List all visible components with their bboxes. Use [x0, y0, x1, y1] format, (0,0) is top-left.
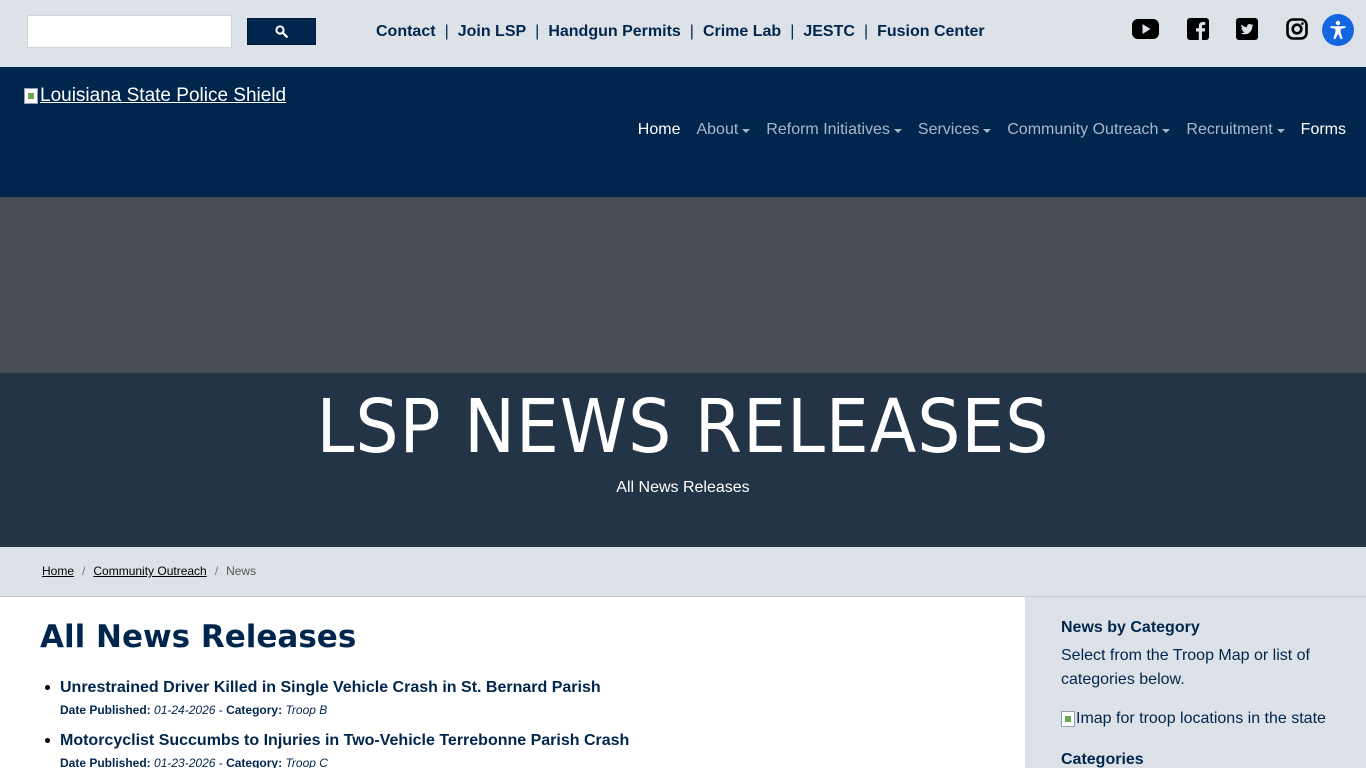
date-value: 01-23-2026 — [154, 756, 216, 768]
twitter-link[interactable] — [1235, 16, 1258, 42]
categories-heading: Categories — [1061, 751, 1144, 768]
broken-image-icon — [1061, 711, 1075, 727]
hero-subtitle: All News Releases — [616, 479, 750, 496]
nav-item-reform-initiatives[interactable]: Reform Initiatives — [766, 121, 902, 139]
nav-item-forms[interactable]: Forms — [1301, 121, 1346, 139]
accessibility-button[interactable] — [1322, 14, 1354, 46]
link-separator: | — [689, 23, 694, 40]
map-alt-text: Imap for troop locations in the state — [1076, 710, 1326, 727]
nav-label: About — [696, 121, 739, 138]
link-separator: | — [535, 23, 540, 40]
facebook-icon — [1186, 18, 1209, 40]
breadcrumb-current: News — [226, 564, 257, 578]
caret-down-icon — [893, 129, 902, 133]
instagram-link[interactable] — [1285, 16, 1308, 42]
date-value: 01-24-2026 — [154, 703, 216, 717]
nav-item-services[interactable]: Services — [917, 121, 992, 139]
category-value: Troop C — [285, 756, 328, 768]
breadcrumb: Home / Community Outreach / News — [0, 547, 1366, 597]
logo-alt-text: Louisiana State Police Shield — [40, 85, 287, 106]
jestc-link[interactable]: JESTC — [803, 23, 855, 41]
breadcrumb-community-outreach[interactable]: Community Outreach — [93, 564, 206, 578]
nav-label: Reform Initiatives — [766, 121, 890, 138]
main-content: All News Releases Unrestrained Driver Ki… — [0, 597, 1025, 768]
nav-item-recruitment[interactable]: Recruitment — [1186, 121, 1285, 139]
sidebar: News by Category Select from the Troop M… — [1025, 597, 1366, 768]
category-label: Category: — [226, 756, 283, 768]
twitter-icon — [1235, 18, 1258, 40]
nav-label: Community Outreach — [1007, 121, 1159, 138]
handgun-permits-link[interactable]: Handgun Permits — [548, 23, 680, 41]
nav-label: Forms — [1300, 121, 1346, 138]
nav-label: Services — [917, 121, 980, 138]
news-meta: Date Published: 01-23-2026 - Category: T… — [60, 756, 328, 768]
nav-label: Recruitment — [1186, 121, 1273, 138]
hero-title: LSP NEWS RELEASES — [316, 384, 1050, 470]
news-title-link[interactable]: Motorcyclist Succumbs to Injuries in Two… — [60, 730, 629, 752]
caret-down-icon — [983, 129, 992, 133]
link-separator: | — [863, 23, 869, 40]
nav-menu: Home About Reform Initiatives Services C… — [622, 121, 1346, 139]
list-item: Unrestrained Driver Killed in Single Veh… — [40, 677, 629, 721]
nav-item-about[interactable]: About — [696, 121, 751, 139]
news-list: Unrestrained Driver Killed in Single Veh… — [40, 677, 629, 768]
join-lsp-link[interactable]: Join LSP — [458, 23, 526, 41]
caret-down-icon — [742, 129, 751, 133]
news-meta: Date Published: 01-24-2026 - Category: T… — [60, 703, 328, 717]
fusion-center-link[interactable]: Fusion Center — [877, 23, 985, 41]
youtube-link[interactable] — [1131, 16, 1159, 42]
caret-down-icon — [1162, 129, 1171, 133]
contact-link[interactable]: Contact — [376, 23, 436, 41]
search-input[interactable] — [27, 15, 232, 48]
category-value: Troop B — [285, 703, 328, 717]
breadcrumb-home[interactable]: Home — [42, 564, 74, 578]
accessibility-icon — [1330, 20, 1346, 40]
utility-links: Contact | Join LSP | Handgun Permits | C… — [376, 22, 985, 42]
search-button[interactable] — [247, 18, 316, 45]
category-label: Category: — [226, 703, 283, 717]
breadcrumb-separator: / — [214, 564, 219, 578]
nav-item-community-outreach[interactable]: Community Outreach — [1007, 121, 1171, 139]
troop-map-image[interactable]: Imap for troop locations in the state — [1061, 710, 1326, 728]
top-utility-bar: Contact | Join LSP | Handgun Permits | C… — [0, 0, 1366, 67]
nav-label: Home — [637, 121, 681, 138]
youtube-icon — [1131, 19, 1159, 39]
link-separator: | — [790, 23, 795, 40]
breadcrumb-separator: / — [82, 564, 86, 578]
broken-image-icon — [24, 88, 38, 104]
sidebar-text: Select from the Troop Map or list of cat… — [1061, 647, 1310, 688]
list-item: Motorcyclist Succumbs to Injuries in Two… — [40, 730, 629, 768]
facebook-link[interactable] — [1186, 16, 1209, 42]
instagram-icon — [1285, 18, 1308, 40]
link-separator: | — [444, 23, 449, 40]
news-title-link[interactable]: Unrestrained Driver Killed in Single Veh… — [60, 677, 629, 699]
date-label: Date Published: — [60, 703, 151, 717]
hero-image-area — [0, 197, 1366, 373]
search-icon — [275, 25, 288, 38]
sidebar-heading: News by Category — [1061, 619, 1200, 636]
date-label: Date Published: — [60, 756, 151, 768]
page-title: All News Releases — [40, 619, 357, 655]
site-logo-link[interactable]: Louisiana State Police Shield — [24, 85, 286, 107]
nav-item-home[interactable]: Home — [638, 121, 681, 139]
crime-lab-link[interactable]: Crime Lab — [703, 23, 781, 41]
caret-down-icon — [1276, 129, 1285, 133]
